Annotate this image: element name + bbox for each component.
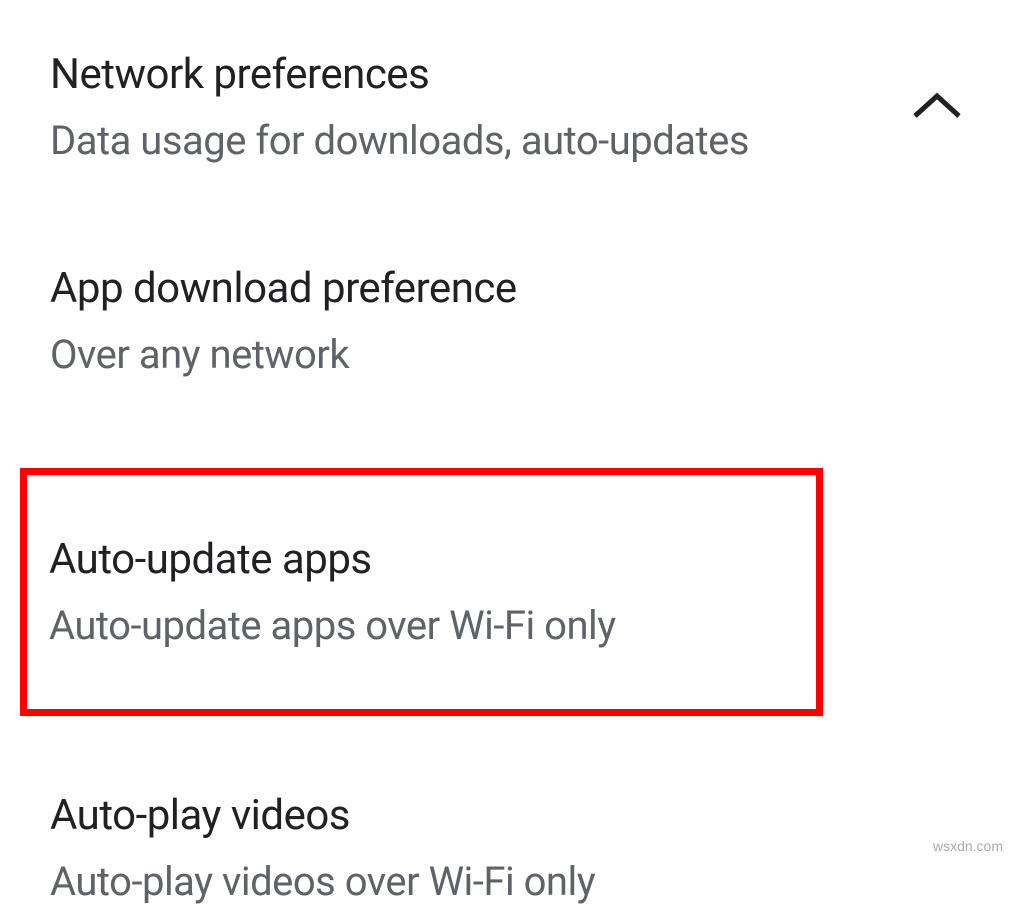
setting-value: Auto-update apps over Wi-Fi only [49, 602, 816, 649]
section-subtitle: Data usage for downloads, auto-updates [50, 117, 911, 164]
highlighted-box: Auto-update apps Auto-update apps over W… [20, 468, 823, 716]
setting-value: Auto-play videos over Wi-Fi only [50, 858, 963, 905]
watermark: wsxdn.com [933, 838, 1003, 854]
network-preferences-section-header[interactable]: Network preferences Data usage for downl… [50, 50, 963, 164]
section-title: Network preferences [50, 50, 911, 99]
setting-title: Auto-update apps [49, 535, 816, 584]
setting-title: Auto-play videos [50, 791, 963, 840]
chevron-up-icon[interactable] [911, 90, 963, 126]
setting-title: App download preference [50, 264, 963, 313]
setting-value: Over any network [50, 331, 963, 378]
app-download-preference-item[interactable]: App download preference Over any network [50, 264, 963, 378]
auto-play-videos-item[interactable]: Auto-play videos Auto-play videos over W… [50, 791, 963, 905]
auto-update-apps-item[interactable]: Auto-update apps Auto-update apps over W… [49, 535, 816, 649]
